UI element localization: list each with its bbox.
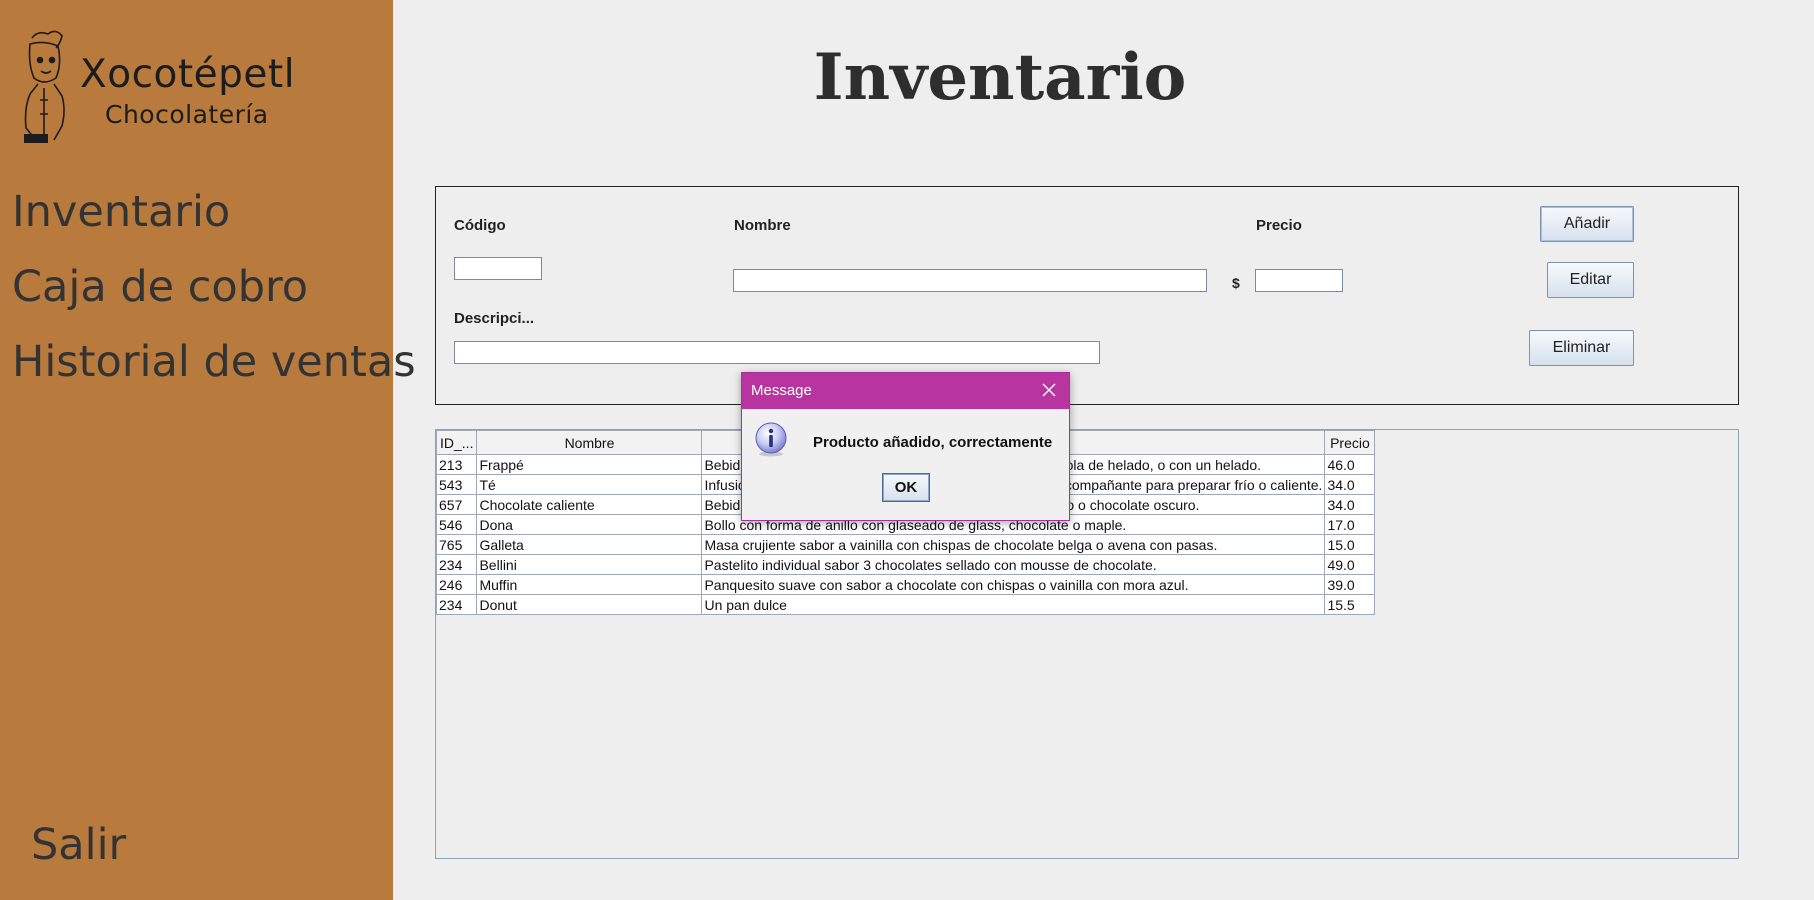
cell-descripcion[interactable]: Pastelito individual sabor 3 chocolates … <box>701 554 1326 575</box>
sidebar: Xocotépetl Chocolatería Inventario Caja … <box>0 0 416 900</box>
cell-nombre[interactable]: Frappé <box>476 454 703 475</box>
table-row[interactable]: 234 Donut Un pan dulce 15.5 <box>435 594 1376 615</box>
edit-button[interactable]: Editar <box>1547 262 1634 298</box>
cell-precio[interactable]: 15.0 <box>1324 534 1376 555</box>
cell-precio[interactable]: 46.0 <box>1324 454 1376 475</box>
price-field[interactable] <box>1255 269 1343 292</box>
code-label: Código <box>454 217 506 234</box>
message-dialog: Message Producto añadido, correctamente … <box>741 372 1070 521</box>
ok-button[interactable]: OK <box>882 473 930 502</box>
cell-id[interactable]: 234 <box>435 594 478 615</box>
cell-id[interactable]: 546 <box>435 514 478 535</box>
brand-logo: Xocotépetl Chocolatería <box>14 28 314 148</box>
cell-descripcion[interactable]: Un pan dulce <box>701 594 1326 615</box>
column-header-id[interactable]: ID_... <box>435 430 478 455</box>
table-row[interactable]: 234 Bellini Pastelito individual sabor 3 c… <box>435 554 1376 575</box>
code-field[interactable] <box>454 257 542 280</box>
cell-id[interactable]: 765 <box>435 534 478 555</box>
cell-nombre[interactable]: Muffin <box>476 574 703 595</box>
dialog-titlebar[interactable]: Message <box>742 373 1069 409</box>
exit-button[interactable]: Salir <box>31 820 126 870</box>
info-icon <box>755 422 787 457</box>
sidebar-item-historial-de-ventas[interactable]: Historial de ventas <box>12 337 416 387</box>
table-row[interactable]: 246 Muffin Panquesito suave con sabor a ch… <box>435 574 1376 595</box>
chocolatier-mascot-icon <box>24 30 65 143</box>
cell-nombre[interactable]: Galleta <box>476 534 703 555</box>
delete-button[interactable]: Eliminar <box>1529 330 1634 366</box>
add-button[interactable]: Añadir <box>1540 206 1634 242</box>
price-label: Precio <box>1256 217 1302 234</box>
cell-precio[interactable]: 34.0 <box>1324 474 1376 495</box>
cell-precio[interactable]: 49.0 <box>1324 554 1376 575</box>
inventory-table-panel: ID_... Nombre Descripción Precio 213Frap… <box>435 429 1739 859</box>
brand-name: Xocotépetl <box>80 52 296 97</box>
product-form-panel: Código Nombre Precio $ Descripci... Añad… <box>435 186 1739 405</box>
currency-symbol: $ <box>1232 275 1240 291</box>
description-field[interactable] <box>454 341 1100 364</box>
close-icon[interactable] <box>1035 377 1063 403</box>
sidebar-item-caja-de-cobro[interactable]: Caja de cobro <box>12 262 308 312</box>
page-title: Inventario <box>813 40 1187 115</box>
cell-id[interactable]: 246 <box>435 574 478 595</box>
cell-nombre[interactable]: Bellini <box>476 554 703 575</box>
cell-precio[interactable]: 34.0 <box>1324 494 1376 515</box>
brand-subtitle: Chocolatería <box>105 100 269 129</box>
cell-nombre[interactable]: Donut <box>476 594 703 615</box>
dialog-title: Message <box>751 382 812 399</box>
cell-nombre[interactable]: Chocolate caliente <box>476 494 703 515</box>
description-label: Descripci... <box>454 310 535 327</box>
cell-id[interactable]: 657 <box>435 494 478 515</box>
cell-id[interactable]: 213 <box>435 454 478 475</box>
cell-descripcion[interactable]: Masa crujiente sabor a vainilla con chis… <box>701 534 1326 555</box>
cell-id[interactable]: 234 <box>435 554 478 575</box>
cell-descripcion[interactable]: Panquesito suave con sabor a chocolate c… <box>701 574 1326 595</box>
column-header-nombre[interactable]: Nombre <box>476 430 703 455</box>
cell-precio[interactable]: 39.0 <box>1324 574 1376 595</box>
name-field[interactable] <box>733 269 1207 292</box>
name-label: Nombre <box>734 217 791 234</box>
cell-precio[interactable]: 17.0 <box>1324 514 1376 535</box>
sidebar-item-inventario[interactable]: Inventario <box>12 187 230 237</box>
cell-nombre[interactable]: Dona <box>476 514 703 535</box>
table-row[interactable]: 765 Galleta Masa crujiente sabor a vainill… <box>435 534 1376 555</box>
column-header-precio[interactable]: Precio <box>1324 430 1376 455</box>
cell-nombre[interactable]: Té <box>476 474 703 495</box>
cell-precio[interactable]: 15.5 <box>1324 594 1376 615</box>
cell-id[interactable]: 543 <box>435 474 478 495</box>
dialog-message: Producto añadido, correctamente <box>813 434 1053 451</box>
